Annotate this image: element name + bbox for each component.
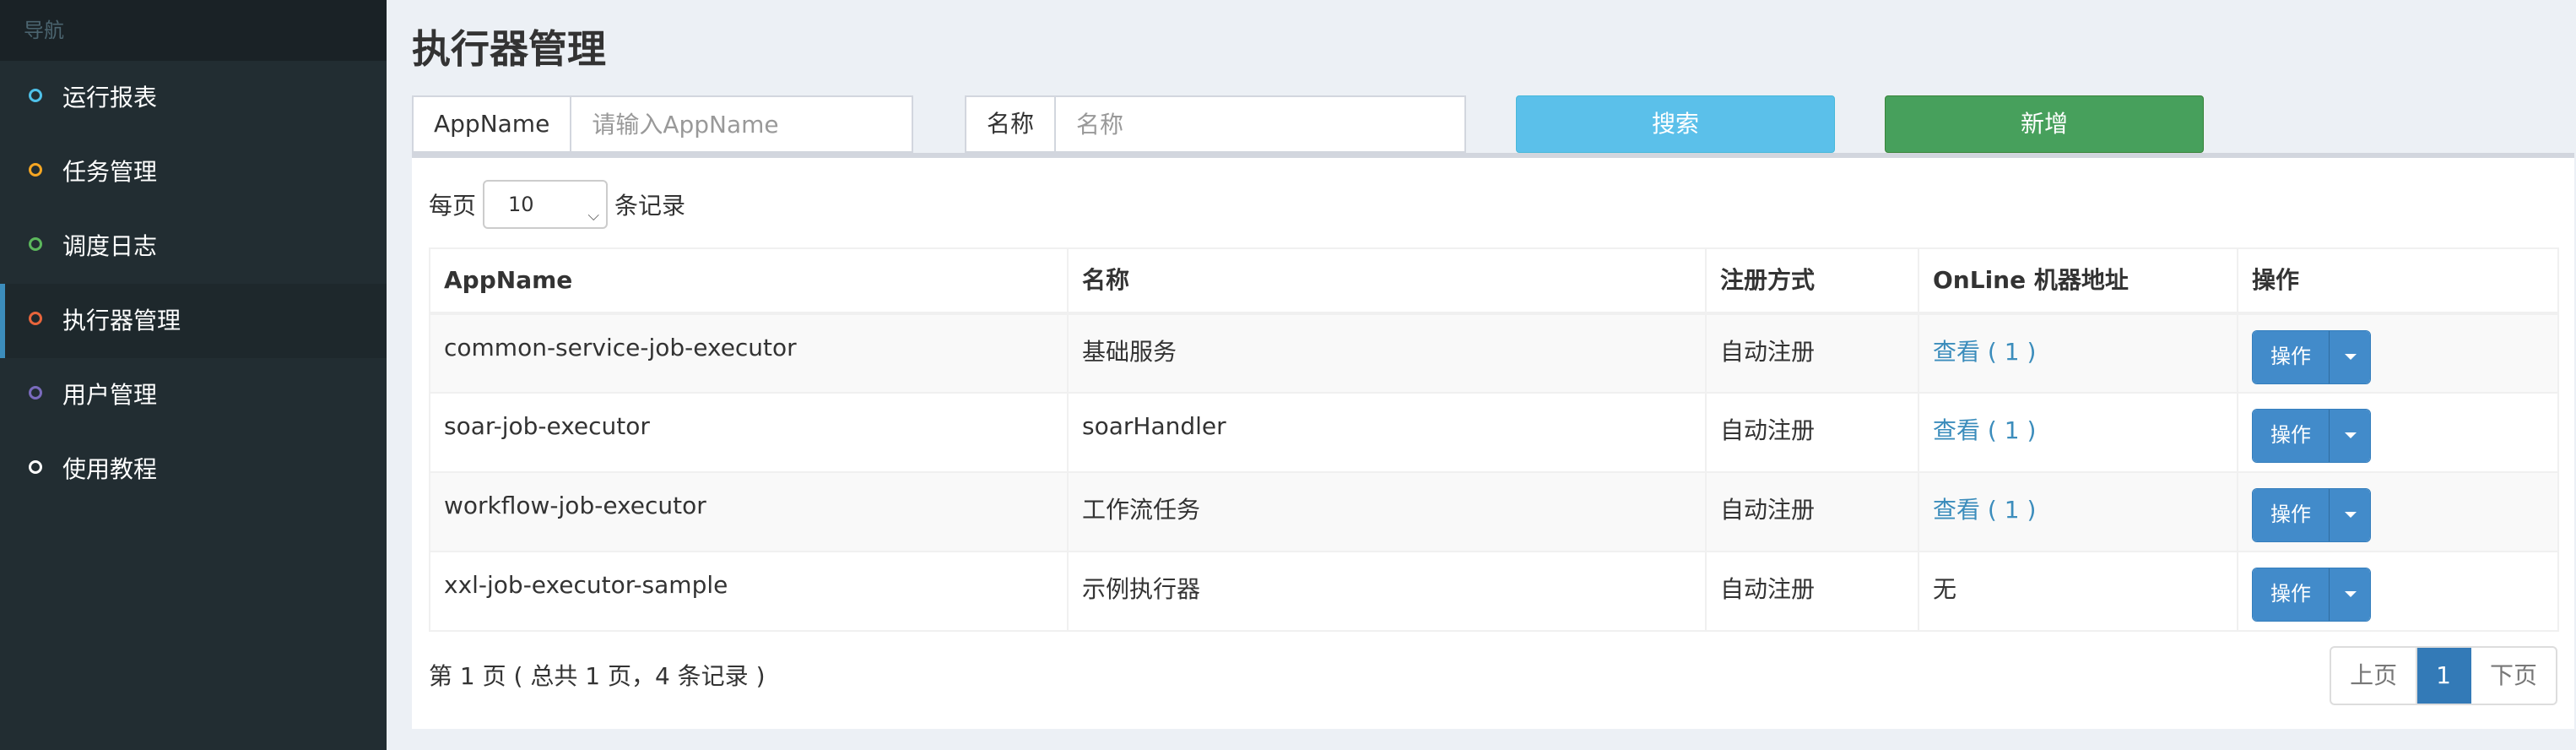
sidebar-item-executors[interactable]: 执行器管理 — [0, 284, 387, 358]
view-online-link[interactable]: 查看 ( 1 ) — [1933, 496, 2036, 524]
executor-list-box: 每页 10 ⌵ 条记录 AppName 名称 注册方式 OnLine 机器地址 … — [412, 153, 2574, 729]
cell-actions: 操作 — [2237, 551, 2559, 632]
cell-name: 示例执行器 — [1067, 551, 1707, 632]
actions-button[interactable]: 操作 — [2253, 568, 2330, 621]
actions-split-button: 操作 — [2252, 409, 2371, 463]
name-filter: 名称 — [965, 95, 1466, 153]
cell-name: 工作流任务 — [1067, 471, 1707, 552]
circle-icon — [29, 237, 42, 251]
actions-split-button: 操作 — [2252, 330, 2371, 384]
sidebar-item-label: 运行报表 — [62, 84, 158, 111]
appname-label: AppName — [414, 97, 572, 151]
circle-icon — [29, 163, 42, 177]
sidebar-item-dashboard[interactable]: 运行报表 — [0, 61, 387, 135]
circle-icon — [29, 89, 42, 102]
cell-actions: 操作 — [2237, 471, 2559, 552]
sidebar-item-jobs[interactable]: 任务管理 — [0, 135, 387, 209]
cell-appname: soar-job-executor — [429, 392, 1069, 473]
pagination: 上页 1 下页 — [2330, 646, 2557, 705]
cell-registration: 自动注册 — [1705, 551, 1919, 632]
table-row: common-service-job-executor 基础服务 自动注册 查看… — [429, 312, 2559, 394]
actions-split-button: 操作 — [2252, 568, 2371, 622]
cell-actions: 操作 — [2237, 312, 2559, 394]
header-actions: 操作 — [2237, 247, 2559, 315]
view-online-link[interactable]: 查看 ( 1 ) — [1933, 416, 2036, 444]
caret-down-icon[interactable] — [2330, 331, 2370, 383]
cell-online: 无 — [1918, 551, 2238, 632]
table-info: 第 1 页 ( 总共 1 页，4 条记录 ) — [429, 662, 766, 690]
actions-split-button: 操作 — [2252, 488, 2371, 542]
search-button[interactable]: 搜索 — [1516, 95, 1835, 153]
chevron-down-icon: ⌵ — [587, 207, 600, 225]
prev-page-button[interactable]: 上页 — [2331, 648, 2418, 704]
sidebar-header: 导航 — [0, 0, 387, 61]
sidebar: 导航 运行报表 任务管理 调度日志 执行器管理 用户管理 使用教程 — [0, 0, 387, 750]
actions-button[interactable]: 操作 — [2253, 331, 2330, 383]
table-header-row: AppName 名称 注册方式 OnLine 机器地址 操作 — [429, 247, 2559, 315]
table-row: soar-job-executor soarHandler 自动注册 查看 ( … — [429, 392, 2559, 473]
circle-icon — [29, 312, 42, 325]
caret-down-icon[interactable] — [2330, 568, 2370, 621]
circle-icon — [29, 460, 42, 474]
length-prefix: 每页 — [429, 192, 477, 220]
name-input[interactable] — [1056, 97, 1464, 151]
cell-appname: common-service-job-executor — [429, 312, 1069, 394]
actions-button[interactable]: 操作 — [2253, 410, 2330, 462]
table-row: workflow-job-executor 工作流任务 自动注册 查看 ( 1 … — [429, 471, 2559, 552]
sidebar-item-label: 调度日志 — [62, 232, 158, 260]
cell-registration: 自动注册 — [1705, 471, 1919, 552]
cell-actions: 操作 — [2237, 392, 2559, 473]
add-button[interactable]: 新增 — [1885, 95, 2204, 153]
page-length-control: 每页 10 ⌵ 条记录 — [429, 180, 685, 229]
cell-registration: 自动注册 — [1705, 312, 1919, 394]
sidebar-item-logs[interactable]: 调度日志 — [0, 209, 387, 284]
appname-filter: AppName — [412, 95, 913, 153]
next-page-button[interactable]: 下页 — [2471, 648, 2556, 704]
page-length-select[interactable]: 10 ⌵ — [483, 180, 609, 229]
cell-name: soarHandler — [1067, 392, 1707, 473]
caret-down-icon[interactable] — [2330, 489, 2370, 541]
executor-table: AppName 名称 注册方式 OnLine 机器地址 操作 common-se… — [429, 247, 2559, 632]
caret-down-icon[interactable] — [2330, 410, 2370, 462]
view-online-link[interactable]: 查看 ( 1 ) — [1933, 338, 2036, 366]
header-registration[interactable]: 注册方式 — [1705, 247, 1919, 315]
sidebar-item-help[interactable]: 使用教程 — [0, 432, 387, 507]
sidebar-item-label: 任务管理 — [62, 158, 158, 186]
cell-online: 查看 ( 1 ) — [1918, 312, 2238, 394]
cell-appname: xxl-job-executor-sample — [429, 551, 1069, 632]
sidebar-item-label: 执行器管理 — [62, 307, 181, 334]
cell-name: 基础服务 — [1067, 312, 1707, 394]
header-online-address[interactable]: OnLine 机器地址 — [1918, 247, 2238, 315]
cell-appname: workflow-job-executor — [429, 471, 1069, 552]
actions-button[interactable]: 操作 — [2253, 489, 2330, 541]
cell-registration: 自动注册 — [1705, 392, 1919, 473]
sidebar-item-users[interactable]: 用户管理 — [0, 358, 387, 432]
page-1-button[interactable]: 1 — [2417, 648, 2471, 704]
page-title: 执行器管理 — [412, 26, 606, 72]
name-label: 名称 — [966, 97, 1057, 151]
length-suffix: 条记录 — [614, 192, 686, 220]
appname-input[interactable] — [571, 97, 912, 151]
header-appname[interactable]: AppName — [429, 247, 1069, 315]
cell-online: 查看 ( 1 ) — [1918, 471, 2238, 552]
sidebar-item-label: 使用教程 — [62, 455, 158, 483]
circle-icon — [29, 386, 42, 399]
table-row: xxl-job-executor-sample 示例执行器 自动注册 无 操作 — [429, 551, 2559, 632]
header-name[interactable]: 名称 — [1067, 247, 1707, 315]
cell-online: 查看 ( 1 ) — [1918, 392, 2238, 473]
page-length-value: 10 — [508, 193, 534, 216]
sidebar-item-label: 用户管理 — [62, 381, 158, 409]
online-none-text: 无 — [1933, 575, 1957, 603]
